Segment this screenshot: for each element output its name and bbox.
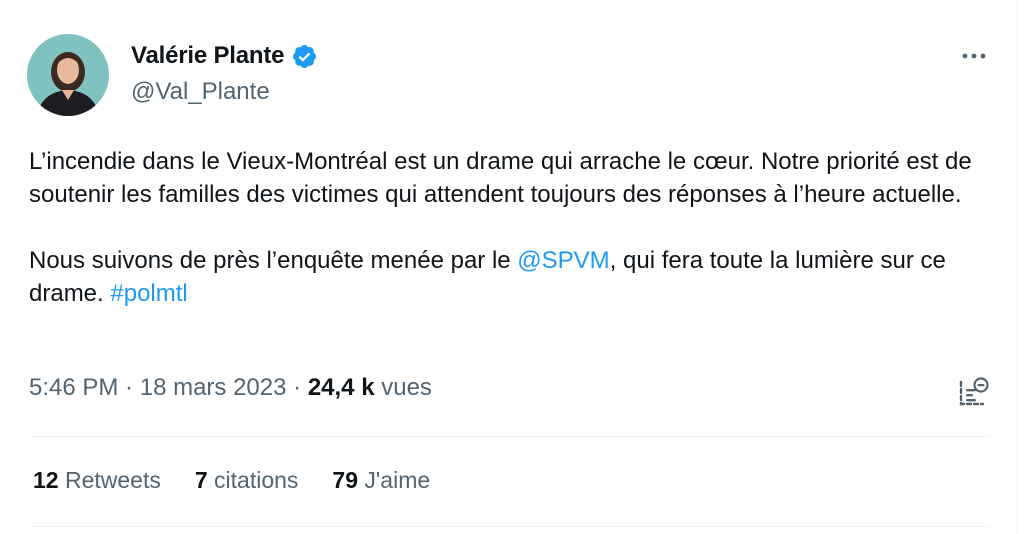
views-count: 24,4 k xyxy=(307,374,375,401)
hashtag-link[interactable]: #polmtl xyxy=(110,280,187,307)
tweet-text-segment: Nous suivons de près l’enquête menée par… xyxy=(29,247,518,274)
retweets-stat[interactable]: 12 Retweets xyxy=(33,467,161,494)
meta-separator: · xyxy=(286,374,308,401)
tweet-date[interactable]: 18 mars 2023 xyxy=(140,374,287,401)
meta-separator: · xyxy=(118,374,140,401)
avatar-image xyxy=(27,34,109,116)
likes-count: 79 xyxy=(332,467,359,493)
avatar[interactable] xyxy=(27,34,109,116)
quotes-label: citations xyxy=(207,467,299,493)
more-icon[interactable] xyxy=(957,42,991,70)
retweets-count: 12 xyxy=(33,467,59,493)
tweet-time[interactable]: 5:46 PM xyxy=(29,374,118,401)
tweet-text: L’incendie dans le Vieux-Montréal est un… xyxy=(29,145,1004,310)
analytics-icon[interactable] xyxy=(957,375,989,409)
tweet-paragraph-2: Nous suivons de près l’enquête menée par… xyxy=(29,244,1004,310)
author-name-row: Valérie Plante xyxy=(131,40,318,72)
author-handle[interactable]: @Val_Plante xyxy=(131,78,270,106)
author-name[interactable]: Valérie Plante xyxy=(131,42,284,70)
retweets-label: Retweets xyxy=(58,467,161,493)
tweet-paragraph-1: L’incendie dans le Vieux-Montréal est un… xyxy=(29,148,972,208)
likes-label: J'aime xyxy=(358,467,431,493)
quotes-stat[interactable]: 7 citations xyxy=(195,467,299,494)
likes-stat[interactable]: 79 J'aime xyxy=(332,467,430,494)
tweet-stats: 12 Retweets 7 citations 79 J'aime xyxy=(33,467,464,494)
tweet-meta: 5:46 PM · 18 mars 2023 · 24,4 k vues xyxy=(29,374,432,402)
divider xyxy=(29,526,990,527)
views-label: vues xyxy=(374,374,432,401)
verified-badge-icon xyxy=(291,43,318,70)
tweet-card: Valérie Plante @Val_Plante L’incendie da… xyxy=(0,0,1018,534)
divider xyxy=(29,436,990,437)
quotes-count: 7 xyxy=(194,467,208,493)
mention-link[interactable]: @SPVM xyxy=(517,247,609,274)
